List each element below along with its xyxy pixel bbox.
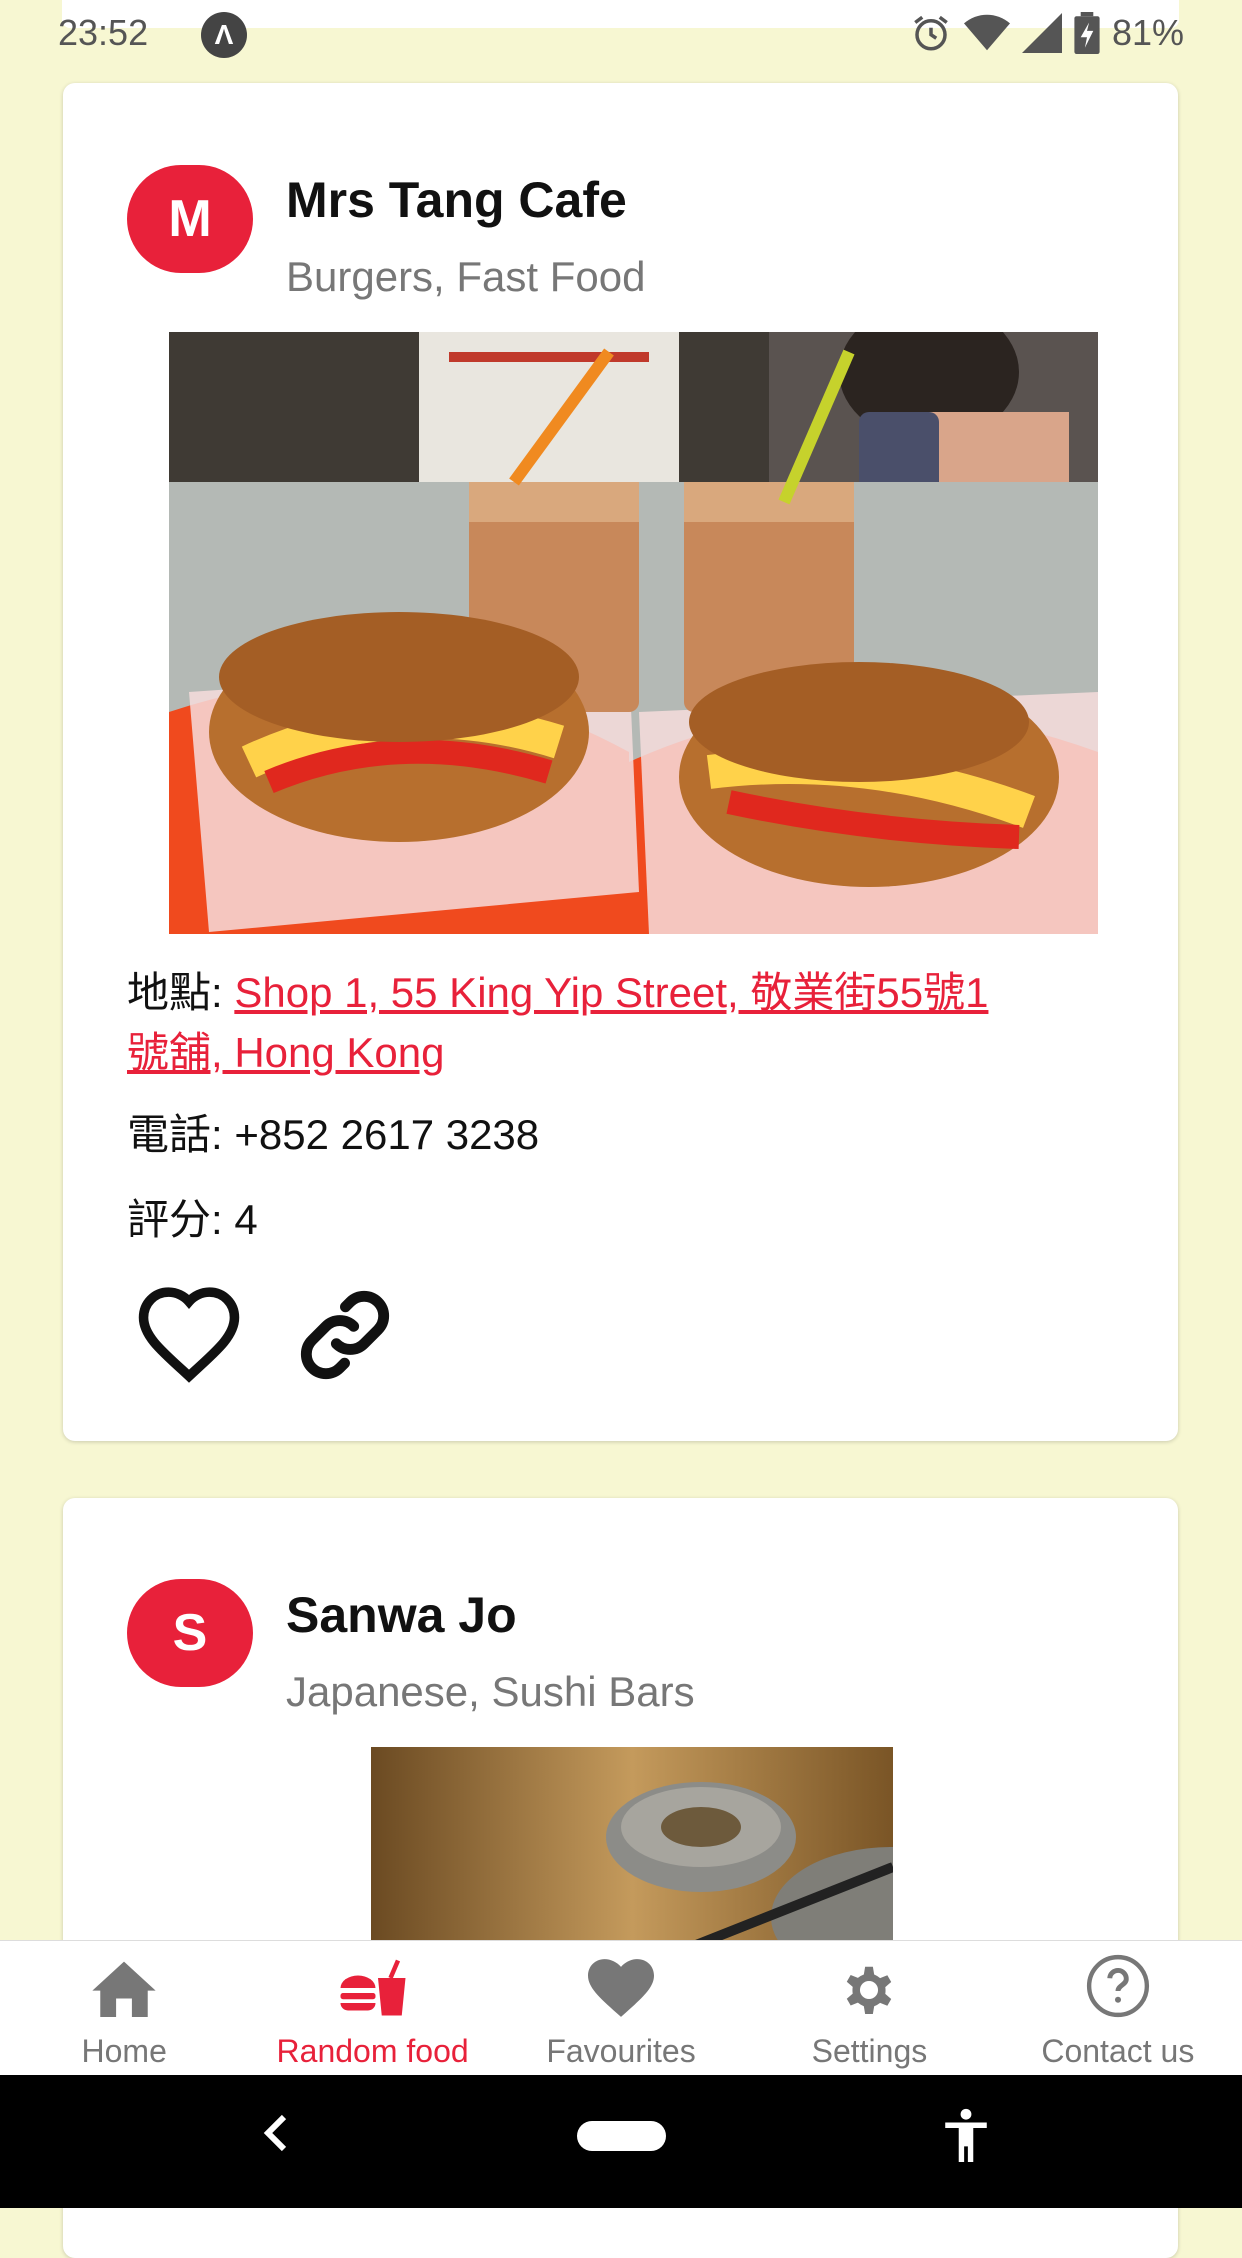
heart-icon [588,1959,655,2017]
nav-label: Random food [276,2033,469,2069]
food-icon [340,1959,406,2016]
battery-percentage: 81% [1111,12,1184,53]
restaurant-categories: Burgers, Fast Food [286,253,646,300]
nav-settings[interactable]: Settings [745,1941,993,2076]
address-label: 地點: [127,969,235,1016]
phone-label: 電話: [127,1111,235,1158]
status-time: 23:52 [58,12,149,53]
home-pill[interactable] [577,2121,666,2151]
battery-icon [1074,12,1100,54]
status-bar: 23:52 Λ 81% [0,0,1242,68]
back-icon[interactable] [262,2113,290,2153]
restaurant-name: Mrs Tang Cafe [286,172,627,228]
status-icons: 81% [910,12,1184,54]
address-link[interactable]: Shop 1, 55 King Yip Street, 敬業街55號1 號舖, H… [127,969,988,1076]
nav-random-food[interactable]: Random food [248,1941,496,2076]
rating-value: 4 [234,1196,258,1243]
address-row: 地點: Shop 1, 55 King Yip Street, 敬業街55號1 號… [127,963,1127,1083]
nav-contact-us[interactable]: Contact us [994,1941,1242,2076]
restaurant-card[interactable]: M Mrs Tang Cafe Burgers, Fast Food 地點: S… [63,83,1178,1441]
nav-home[interactable]: Home [0,1941,248,2076]
wifi-icon [963,14,1010,51]
avatar: M [127,165,253,273]
restaurant-name: Sanwa Jo [286,1587,517,1643]
help-icon [1086,1954,1149,2018]
alarm-icon [914,15,948,51]
link-icon[interactable] [293,1283,397,1387]
nav-label: Contact us [1041,2033,1195,2069]
favourite-heart-icon[interactable] [133,1283,245,1383]
notification-icon: Λ [201,12,247,58]
phone-row: 電話: +852 2617 3238 [127,1105,539,1165]
restaurant-photo [169,332,1098,934]
home-icon [92,1961,156,2017]
nav-label: Home [81,2033,167,2069]
restaurant-categories: Japanese, Sushi Bars [286,1668,695,1715]
rating-row: 評分: 4 [127,1190,258,1250]
bottom-navigation: Home Random food Favourites Settings Con… [0,1940,1242,2076]
signal-icon [1021,13,1062,53]
system-navigation-bar [0,2075,1242,2208]
avatar: S [127,1579,253,1687]
nav-label: Settings [811,2033,928,2069]
phone-number[interactable]: +852 2617 3238 [234,1111,539,1158]
nav-label: Favourites [546,2033,696,2069]
rating-label: 評分: [127,1196,235,1243]
gear-icon [847,1966,892,2015]
nav-favourites[interactable]: Favourites [497,1941,745,2076]
accessibility-icon[interactable] [941,2108,991,2162]
